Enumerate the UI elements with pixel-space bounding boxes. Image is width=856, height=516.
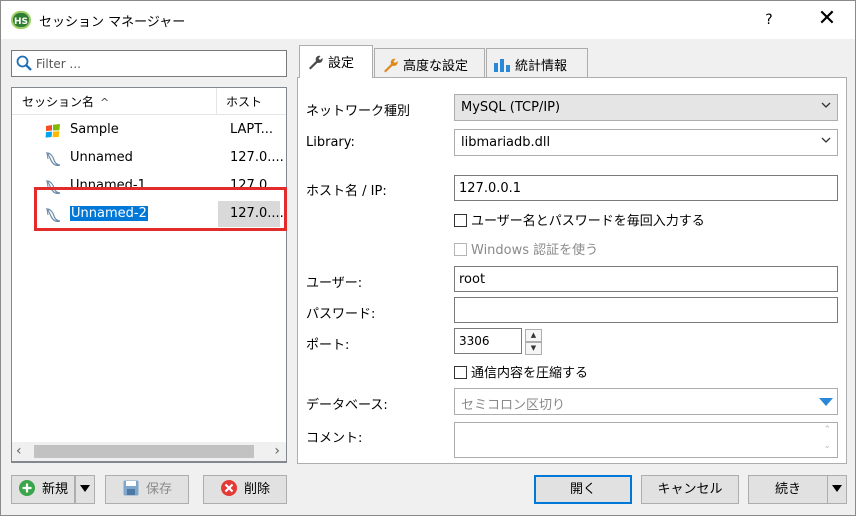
save-button-label: 保存 bbox=[145, 482, 172, 497]
prompt-login-label: ユーザー名とパスワードを毎回入力する bbox=[471, 214, 705, 229]
wrench-orange-icon bbox=[384, 58, 398, 73]
search-icon bbox=[16, 55, 32, 71]
bar-chart-icon bbox=[494, 59, 510, 72]
checkbox-box[interactable] bbox=[454, 214, 467, 227]
open-button[interactable]: 開く bbox=[534, 475, 632, 504]
column-header-session-name[interactable]: セッション名 ^ bbox=[12, 88, 217, 115]
help-button[interactable]: ? bbox=[749, 1, 789, 39]
session-tree[interactable]: セッション名 ^ ホスト Sample LAPT... Unnamed 127.0… bbox=[11, 87, 287, 463]
checkbox-box bbox=[454, 243, 467, 256]
tab-advanced[interactable]: 高度な設定 bbox=[374, 48, 485, 77]
more-button[interactable]: 続き bbox=[748, 475, 828, 504]
new-button-label: 新規 bbox=[41, 482, 68, 497]
password-field[interactable] bbox=[454, 297, 838, 323]
session-row-unnamed[interactable]: Unnamed 127.0.... bbox=[12, 144, 286, 172]
user-label: ユーザー: bbox=[306, 276, 363, 291]
comment-label: コメント: bbox=[306, 431, 363, 446]
port-field[interactable]: 3306 bbox=[454, 328, 522, 354]
tree-header: セッション名 ^ ホスト bbox=[12, 88, 286, 115]
title-bar: HS セッション マネージャー ? ✕ bbox=[1, 1, 855, 39]
dropdown-arrow-icon bbox=[80, 485, 90, 492]
wrench-icon bbox=[309, 55, 323, 70]
session-name: Unnamed bbox=[70, 150, 133, 165]
compress-label: 通信内容を圧縮する bbox=[471, 366, 589, 381]
dropdown-arrow-icon[interactable] bbox=[818, 396, 834, 408]
heidisql-app-icon: HS bbox=[11, 11, 31, 29]
databases-placeholder: セミコロン区切り bbox=[461, 398, 566, 413]
databases-select[interactable]: セミコロン区切り bbox=[454, 388, 838, 415]
scrollbar-thumb[interactable] bbox=[34, 445, 254, 458]
host-field[interactable]: 127.0.0.1 bbox=[454, 175, 838, 201]
session-name: Sample bbox=[70, 122, 119, 137]
sort-ascending-icon: ^ bbox=[100, 96, 110, 109]
filter-box[interactable] bbox=[11, 50, 287, 77]
mariadb-seal-icon bbox=[45, 152, 61, 166]
comment-field[interactable]: ⌃ ⌄ bbox=[454, 422, 838, 458]
spin-down-icon[interactable]: ▼ bbox=[525, 342, 542, 355]
scroll-left-icon[interactable]: ‹ bbox=[16, 443, 22, 459]
new-dropdown-button[interactable] bbox=[75, 475, 95, 504]
delete-icon bbox=[220, 480, 237, 496]
windows-logo-icon bbox=[45, 124, 60, 138]
port-label: ポート: bbox=[306, 338, 350, 353]
user-field[interactable]: root bbox=[454, 266, 838, 292]
chevron-down-icon bbox=[821, 102, 831, 108]
session-host: 127.0.... bbox=[230, 150, 284, 165]
cancel-button[interactable]: キャンセル bbox=[641, 475, 739, 504]
selection-highlight-box bbox=[34, 187, 287, 231]
add-icon bbox=[18, 480, 35, 496]
more-dropdown-button[interactable] bbox=[827, 475, 847, 504]
dropdown-arrow-icon bbox=[832, 485, 842, 492]
compress-checkbox[interactable]: 通信内容を圧縮する bbox=[454, 362, 588, 381]
library-select[interactable]: libmariadb.dll bbox=[454, 129, 838, 156]
tab-statistics[interactable]: 統計情報 bbox=[486, 48, 588, 77]
library-value: libmariadb.dll bbox=[461, 135, 551, 150]
session-row-sample[interactable]: Sample LAPT... bbox=[12, 116, 286, 144]
column-header-session-name-label: セッション名 bbox=[22, 95, 95, 109]
column-header-host[interactable]: ホスト bbox=[218, 88, 262, 115]
network-type-select[interactable]: MySQL (TCP/IP) bbox=[454, 94, 838, 121]
tab-settings[interactable]: 設定 bbox=[299, 45, 373, 78]
windows-auth-checkbox: Windows 認証を使う bbox=[454, 239, 598, 258]
settings-panel: ネットワーク種別 MySQL (TCP/IP) Library: libmari… bbox=[297, 77, 847, 464]
scroll-up-icon: ⌃ bbox=[823, 425, 831, 435]
network-type-label: ネットワーク種別 bbox=[306, 104, 411, 119]
tab-statistics-label: 統計情報 bbox=[515, 59, 568, 74]
prompt-login-checkbox[interactable]: ユーザー名とパスワードを毎回入力する bbox=[454, 210, 705, 229]
scroll-right-icon[interactable]: › bbox=[274, 443, 280, 459]
delete-button[interactable]: 削除 bbox=[203, 475, 287, 504]
new-button[interactable]: 新規 bbox=[11, 475, 75, 504]
session-host: LAPT... bbox=[230, 122, 274, 137]
host-label: ホスト名 / IP: bbox=[306, 184, 387, 199]
scroll-down-icon: ⌄ bbox=[823, 441, 831, 451]
chevron-down-icon bbox=[821, 137, 831, 143]
checkbox-box[interactable] bbox=[454, 366, 467, 379]
delete-button-label: 削除 bbox=[243, 482, 270, 497]
close-button[interactable]: ✕ bbox=[807, 1, 847, 39]
windows-auth-label: Windows 認証を使う bbox=[471, 243, 599, 258]
databases-label: データベース: bbox=[306, 398, 388, 413]
floppy-disk-icon bbox=[123, 480, 139, 496]
library-label: Library: bbox=[306, 135, 355, 150]
spin-up-icon[interactable]: ▲ bbox=[525, 329, 542, 342]
network-type-value: MySQL (TCP/IP) bbox=[461, 100, 561, 115]
session-manager-window: HS セッション マネージャー ? ✕ セッション名 ^ ホスト Sample bbox=[0, 0, 856, 516]
filter-input[interactable] bbox=[36, 54, 281, 73]
password-label: パスワード: bbox=[306, 307, 376, 322]
window-title: セッション マネージャー bbox=[39, 15, 186, 30]
tab-settings-label: 設定 bbox=[328, 56, 355, 71]
save-button[interactable]: 保存 bbox=[105, 475, 189, 504]
tab-advanced-label: 高度な設定 bbox=[403, 59, 469, 74]
horizontal-scrollbar[interactable]: ‹ › bbox=[11, 442, 287, 462]
